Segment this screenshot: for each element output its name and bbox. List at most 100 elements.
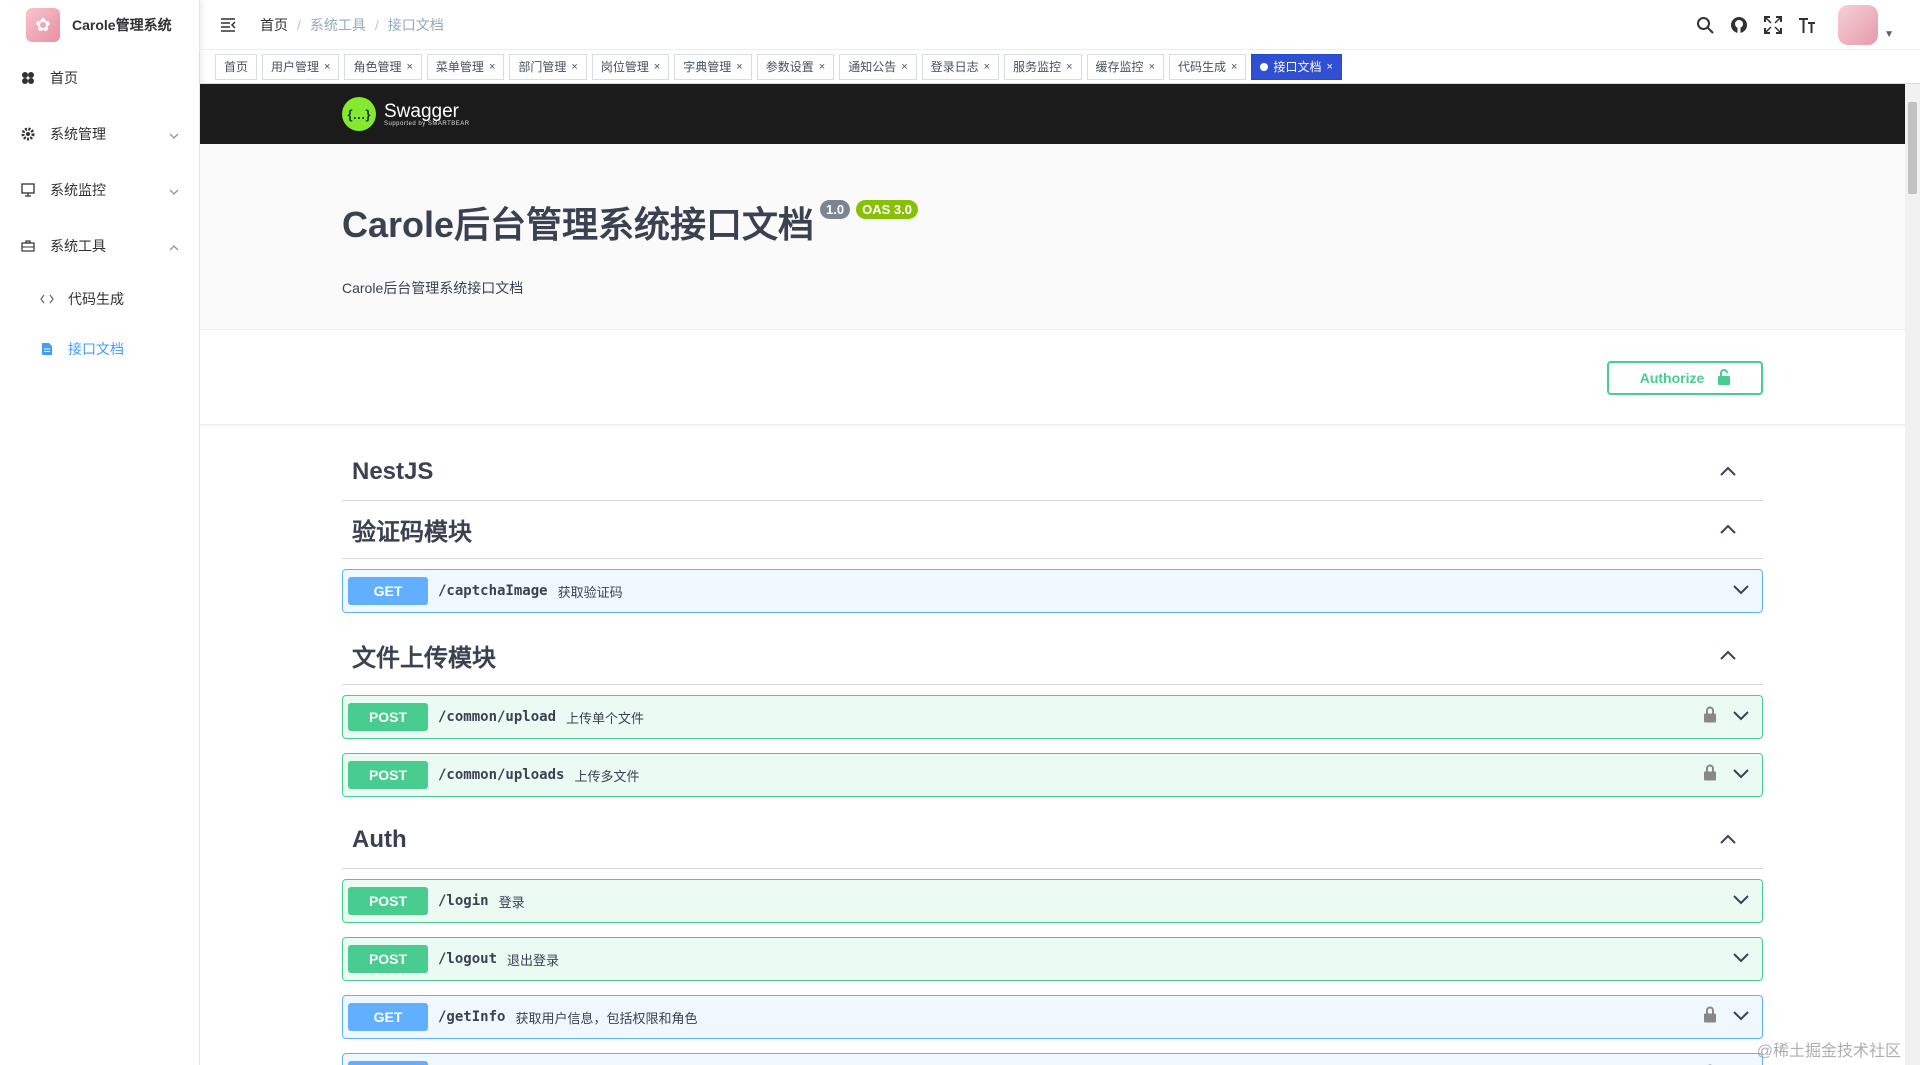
sidebar-item-label: 系统工具 (50, 238, 106, 254)
close-icon[interactable]: × (1231, 55, 1237, 79)
operation-block[interactable]: POST/logout 退出登录 (342, 937, 1763, 981)
scrollbar[interactable] (1905, 84, 1920, 1065)
tag-item[interactable]: 字典管理 × (674, 53, 752, 80)
navbar: 首页 / 系统工具 / 接口文档 ▼ (200, 0, 1920, 50)
swagger-logo-icon[interactable]: {…} (342, 97, 376, 131)
gear-icon (20, 126, 36, 142)
tag-item[interactable]: 角色管理 × (344, 53, 422, 80)
operation-block[interactable]: POST/common/upload 上传单个文件 (342, 695, 1763, 739)
chevron-down-icon[interactable] (1732, 582, 1750, 600)
operation-path: /common/upload (438, 709, 557, 725)
swagger-topbar: {…} Swagger Supported by SMARTBEAR (200, 84, 1905, 144)
breadcrumb: 首页 / 系统工具 / 接口文档 (260, 15, 444, 35)
oas-badge: OAS 3.0 (856, 200, 918, 219)
dashboard-icon (20, 70, 36, 86)
tag-item[interactable]: 登录日志 × (921, 53, 1000, 80)
authorize-label: Authorize (1639, 370, 1705, 386)
chevron-up-icon[interactable] (1719, 831, 1737, 849)
tag-item[interactable]: 岗位管理 × (591, 53, 670, 80)
operation-block[interactable]: POST/common/uploads 上传多文件 (342, 753, 1763, 797)
operation-tag-section: Auth POST/login 登录 POST/logout 退出登录 GET/getIn… (342, 811, 1763, 1065)
tag-item[interactable]: 参数设置 × (756, 53, 835, 80)
chevron-down-icon[interactable] (1732, 1008, 1750, 1026)
logo-image: ✿ (26, 8, 60, 42)
chevron-down-icon[interactable] (1732, 708, 1750, 726)
tag-item[interactable]: 缓存监控 × (1086, 53, 1164, 80)
chevron-down-icon[interactable] (1732, 950, 1750, 968)
caret-down-icon[interactable]: ▼ (1884, 29, 1894, 40)
operation-tag-header[interactable]: 文件上传模块 (342, 627, 1763, 685)
sidebar-item-label: 接口文档 (68, 341, 124, 357)
breadcrumb-current: 接口文档 (387, 16, 444, 33)
operation-list: POST/common/upload 上传单个文件 POST/common/uplo… (342, 685, 1763, 797)
search-icon[interactable] (1694, 14, 1716, 36)
tag-item-active[interactable]: 接口文档 × (1251, 53, 1342, 80)
app-logo[interactable]: ✿ Carole管理系统 (0, 0, 199, 50)
operation-tag-header[interactable]: NestJS (342, 443, 1763, 501)
chevron-down-icon[interactable] (1732, 892, 1750, 910)
document-icon (40, 342, 54, 356)
close-icon[interactable]: × (901, 55, 907, 79)
chevron-up-icon[interactable] (1719, 647, 1737, 665)
chevron-up-icon[interactable] (1719, 463, 1737, 481)
breadcrumb-home[interactable]: 首页 (260, 15, 288, 35)
sidebar-item-tools[interactable]: 系统工具 (0, 218, 199, 274)
tag-item[interactable]: 通知公告 × (839, 53, 917, 80)
tag-label: 用户管理 (271, 59, 320, 74)
operation-block[interactable]: GET/getRouters获取用户能访问的路由 (342, 1053, 1763, 1065)
sidebar-item-codegen[interactable]: 代码生成 (0, 274, 199, 324)
tags-view: 首页 用户管理 × 角色管理 × 菜单管理 × 部门管理 × 岗位管理 × 字典管理 × 参… (200, 50, 1920, 84)
version-badge: 1.0 (820, 200, 851, 219)
tag-item[interactable]: 部门管理 × (509, 53, 587, 80)
chevron-down-icon (169, 182, 179, 198)
operation-summary: 获取验证码 (557, 584, 623, 600)
close-icon[interactable]: × (984, 55, 990, 79)
tag-item[interactable]: 代码生成 × (1169, 53, 1247, 80)
sidebar-item-home[interactable]: 首页 (0, 50, 199, 106)
font-size-icon[interactable] (1796, 14, 1818, 36)
lock-open-icon (1718, 368, 1731, 388)
http-method-badge: GET (348, 1061, 428, 1065)
tag-item[interactable]: 用户管理 × (262, 53, 340, 80)
close-icon[interactable]: × (489, 55, 495, 79)
tag-item[interactable]: 服务监控 × (1004, 53, 1082, 80)
operation-summary: 上传单个文件 (566, 710, 645, 726)
tag-label: 代码生成 (1178, 59, 1227, 74)
avatar[interactable] (1838, 5, 1879, 45)
github-icon[interactable] (1728, 14, 1750, 36)
lock-icon[interactable] (1704, 764, 1716, 786)
http-method-badge: GET (348, 577, 428, 605)
close-icon[interactable]: × (819, 55, 825, 79)
close-icon[interactable]: × (1066, 55, 1072, 79)
tag-item[interactable]: 首页 (215, 53, 258, 80)
close-icon[interactable]: × (1326, 55, 1332, 79)
close-icon[interactable]: × (736, 55, 742, 79)
close-icon[interactable]: × (406, 55, 412, 79)
sidebar-item-api-docs[interactable]: 接口文档 (0, 324, 199, 374)
close-icon[interactable]: × (1149, 55, 1155, 79)
operation-block[interactable]: POST/login 登录 (342, 879, 1763, 923)
close-icon[interactable]: × (324, 55, 330, 79)
operation-path: /logout (438, 951, 498, 967)
swagger-info: Carole后台管理系统接口文档 1.0 OAS 3.0 Carole后台管理系… (200, 144, 1905, 329)
swagger-operations: NestJS 验证码模块 GET/captchaImage 获取验证码文件上传模块 PO… (200, 425, 1905, 1065)
operation-block[interactable]: GET/getInfo 获取用户信息，包括权限和角色 (342, 995, 1763, 1039)
lock-icon[interactable] (1704, 706, 1716, 728)
sidebar-item-label: 代码生成 (68, 291, 124, 307)
operation-tag-header[interactable]: 验证码模块 (342, 501, 1763, 559)
sidebar-item-system[interactable]: 系统管理 (0, 106, 199, 162)
chevron-down-icon[interactable] (1732, 766, 1750, 784)
authorize-button[interactable]: Authorize (1607, 361, 1763, 395)
hamburger-icon[interactable] (216, 13, 240, 37)
app-root: ✿ Carole管理系统 首页 系统管理 系统监控 系统工具 代码生成 接口文档… (0, 0, 1920, 1065)
tag-item[interactable]: 菜单管理 × (426, 53, 505, 80)
operation-block[interactable]: GET/captchaImage 获取验证码 (342, 569, 1763, 613)
operation-tag-header[interactable]: Auth (342, 811, 1763, 869)
sidebar-item-monitor[interactable]: 系统监控 (0, 162, 199, 218)
lock-icon[interactable] (1704, 1006, 1716, 1028)
close-icon[interactable]: × (654, 55, 660, 79)
fullscreen-icon[interactable] (1762, 14, 1784, 36)
scrollbar-thumb[interactable] (1908, 102, 1917, 194)
chevron-up-icon[interactable] (1719, 521, 1737, 539)
close-icon[interactable]: × (571, 55, 577, 79)
